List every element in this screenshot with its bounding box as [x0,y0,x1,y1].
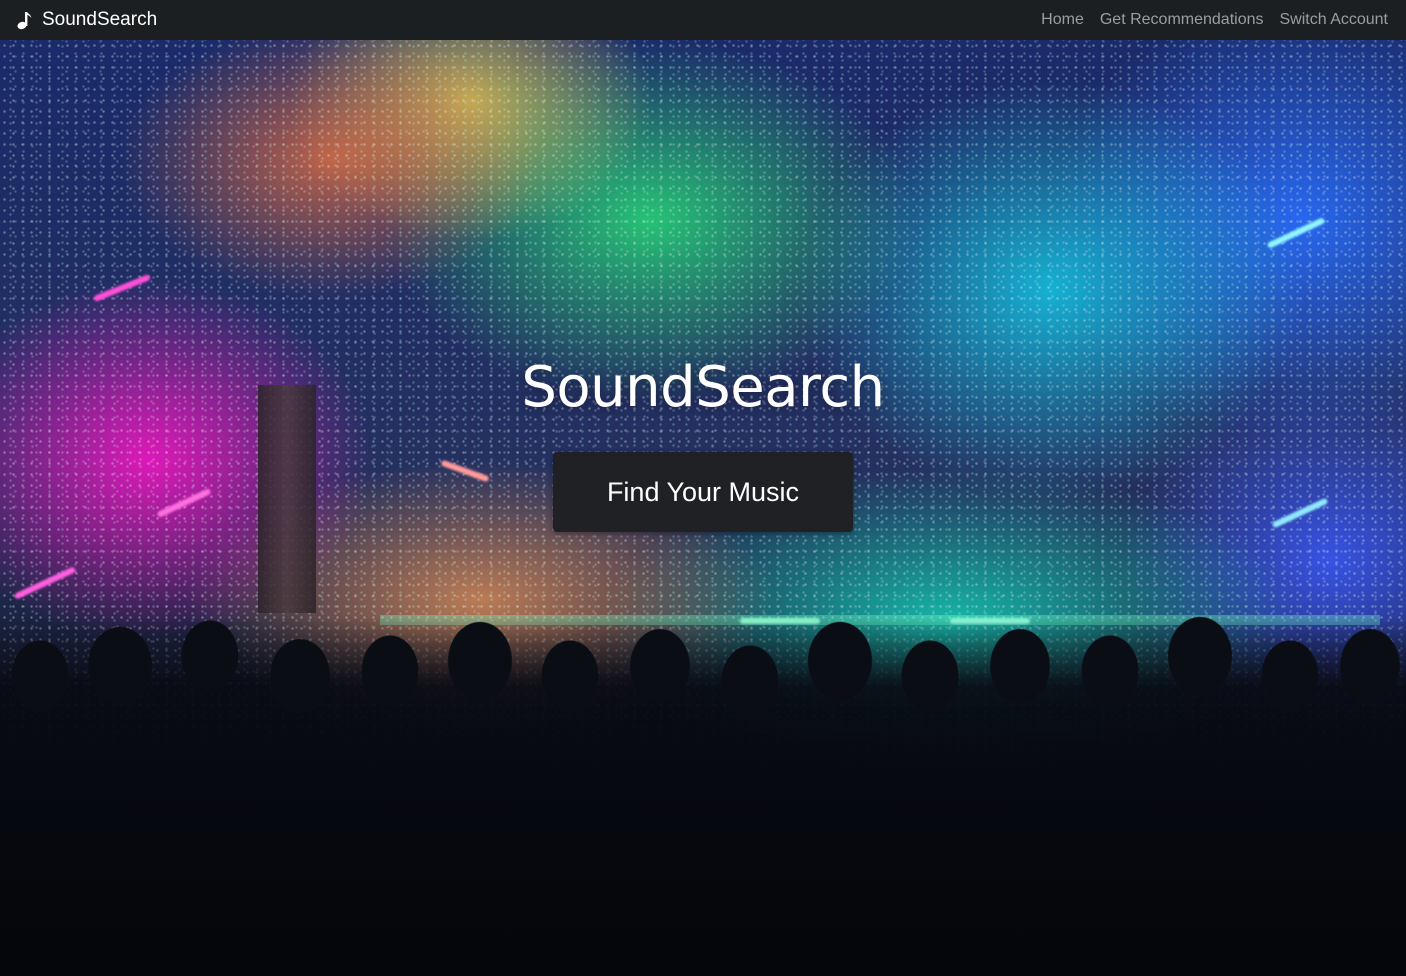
nav-links: Home Get Recommendations Switch Account [1041,11,1388,29]
hero-title: SoundSearch [521,355,885,420]
brand-link[interactable]: SoundSearch [16,9,157,31]
hero-content: SoundSearch Find Your Music [0,360,1406,532]
hero-section: SoundSearch Find Your Music [0,40,1406,976]
find-your-music-button[interactable]: Find Your Music [553,452,853,532]
crowd-silhouette [0,616,1406,976]
nav-link-switch-account[interactable]: Switch Account [1280,11,1389,29]
brand-name: SoundSearch [42,9,158,30]
nav-link-get-recommendations[interactable]: Get Recommendations [1100,11,1264,29]
music-note-icon [16,10,34,30]
nav-link-home[interactable]: Home [1041,11,1084,29]
top-navbar: SoundSearch Home Get Recommendations Swi… [0,0,1406,40]
